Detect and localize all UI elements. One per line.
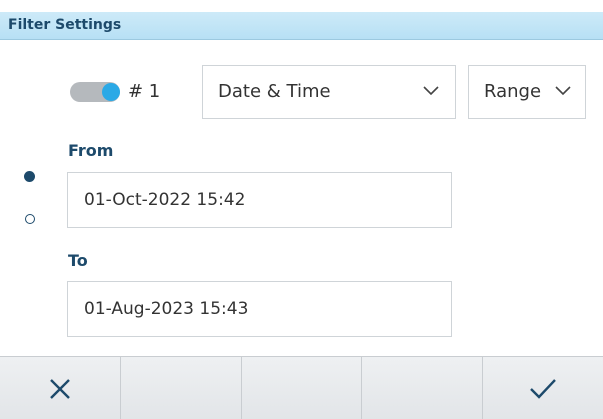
filter-enable-toggle[interactable] [70, 82, 120, 102]
filter-field-value: Date & Time [218, 81, 331, 102]
softkey-2[interactable] [120, 357, 242, 419]
to-date-field[interactable]: 01-Aug-2023 15:43 [67, 281, 452, 337]
chevron-down-icon [423, 86, 439, 96]
softkey-bar [0, 356, 603, 419]
from-date-value: 01-Oct-2022 15:42 [84, 190, 246, 210]
softkey-3[interactable] [241, 357, 363, 419]
title-bar: Filter Settings [0, 0, 603, 40]
filter-mode-select[interactable]: Range [468, 65, 586, 119]
from-label: From [68, 141, 114, 160]
cancel-button[interactable] [0, 357, 121, 419]
close-icon [50, 378, 70, 399]
page-indicator-next[interactable] [25, 214, 35, 224]
window-title: Filter Settings [8, 17, 122, 33]
softkey-4[interactable] [362, 357, 484, 419]
to-label: To [68, 251, 88, 270]
from-date-field[interactable]: 01-Oct-2022 15:42 [67, 172, 452, 228]
toggle-knob [102, 83, 120, 101]
chevron-down-icon [555, 86, 571, 96]
filter-number-label: # 1 [128, 81, 161, 102]
checkmark-icon [530, 378, 556, 399]
filter-field-select[interactable]: Date & Time [202, 65, 456, 119]
to-date-value: 01-Aug-2023 15:43 [84, 299, 249, 319]
filter-mode-value: Range [484, 81, 542, 102]
page-indicator-current [24, 171, 35, 182]
confirm-button[interactable] [483, 357, 603, 419]
